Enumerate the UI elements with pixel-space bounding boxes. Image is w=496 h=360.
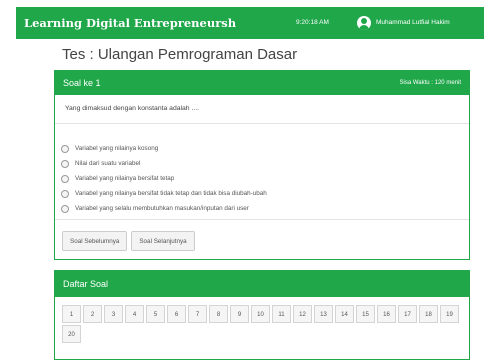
navigation-buttons: Soal Sebelumnya Soal Selanjutnya xyxy=(62,231,195,251)
top-navbar: Learning Digital Entrepreneurship Test 9… xyxy=(0,0,496,42)
option-label: Variabel yang nilainya bersifat tetap xyxy=(75,175,175,182)
radio-button[interactable] xyxy=(61,204,69,213)
question-number-button[interactable]: 7 xyxy=(188,305,207,323)
question-number-button[interactable]: 2 xyxy=(83,305,102,323)
question-number-button[interactable]: 17 xyxy=(398,305,417,323)
question-number-button[interactable]: 13 xyxy=(314,305,333,323)
question-number-grid: 1 2 3 4 5 6 7 8 9 10 11 12 13 14 15 16 1… xyxy=(62,305,462,343)
question-number: Soal ke 1 xyxy=(63,78,101,88)
radio-button[interactable] xyxy=(61,159,69,168)
radio-button[interactable] xyxy=(61,174,69,183)
question-number-button[interactable]: 10 xyxy=(251,305,270,323)
question-number-button[interactable]: 9 xyxy=(230,305,249,323)
question-number-button[interactable]: 5 xyxy=(146,305,165,323)
question-number-button[interactable]: 4 xyxy=(125,305,144,323)
user-name[interactable]: Muhammad Lutfial Hakim xyxy=(376,7,450,39)
next-question-button[interactable]: Soal Selanjutnya xyxy=(131,231,195,251)
question-number-button[interactable]: 15 xyxy=(356,305,375,323)
question-list-header: Daftar Soal xyxy=(55,271,469,297)
remaining-time: Sisa Waktu : 120 menit xyxy=(399,80,461,86)
answer-option-e[interactable]: Variabel yang selalu membutuhkan masukan… xyxy=(61,201,267,216)
question-number-button[interactable]: 12 xyxy=(293,305,312,323)
question-list-title: Daftar Soal xyxy=(63,279,109,289)
question-number-button[interactable]: 19 xyxy=(440,305,459,323)
question-number-button[interactable]: 3 xyxy=(104,305,123,323)
divider xyxy=(55,123,469,124)
app-brand[interactable]: Learning Digital Entrepreneurship Test xyxy=(16,7,279,39)
answer-options: Variabel yang nilainya kosong Nilai dari… xyxy=(61,141,267,216)
question-number-button[interactable]: 8 xyxy=(209,305,228,323)
radio-button[interactable] xyxy=(61,144,69,153)
question-panel: Soal ke 1 Sisa Waktu : 120 menit Yang di… xyxy=(54,70,470,260)
option-label: Variabel yang nilainya kosong xyxy=(75,145,159,152)
answer-option-c[interactable]: Variabel yang nilainya bersifat tetap xyxy=(61,171,267,186)
option-label: Variabel yang selalu membutuhkan masukan… xyxy=(75,205,249,212)
answer-option-a[interactable]: Variabel yang nilainya kosong xyxy=(61,141,267,156)
answer-option-b[interactable]: Nilai dari suatu variabel xyxy=(61,156,267,171)
question-number-button[interactable]: 20 xyxy=(62,325,81,343)
question-number-button[interactable]: 18 xyxy=(419,305,438,323)
question-number-button[interactable]: 6 xyxy=(167,305,186,323)
user-icon[interactable] xyxy=(357,16,371,30)
option-label: Variabel yang nilainya bersifat tidak te… xyxy=(75,190,267,197)
question-number-button[interactable]: 11 xyxy=(272,305,291,323)
previous-question-button[interactable]: Soal Sebelumnya xyxy=(62,231,128,251)
option-label: Nilai dari suatu variabel xyxy=(75,160,141,167)
clock-display: 9:20:18 AM xyxy=(296,19,329,26)
question-list-panel: Daftar Soal 1 2 3 4 5 6 7 8 9 10 11 12 1… xyxy=(54,270,470,360)
question-number-button[interactable]: 16 xyxy=(377,305,396,323)
answer-option-d[interactable]: Variabel yang nilainya bersifat tidak te… xyxy=(61,186,267,201)
navbar-right: 9:20:18 AM Muhammad Lutfial Hakim xyxy=(236,7,484,39)
page-title: Tes : Ulangan Pemrograman Dasar xyxy=(62,46,298,63)
radio-button[interactable] xyxy=(61,189,69,198)
divider xyxy=(55,219,469,220)
question-text: Yang dimaksud dengan konstanta adalah ..… xyxy=(65,105,200,112)
question-number-button[interactable]: 1 xyxy=(62,305,81,323)
question-panel-header: Soal ke 1 Sisa Waktu : 120 menit xyxy=(55,71,469,95)
question-number-button[interactable]: 14 xyxy=(335,305,354,323)
